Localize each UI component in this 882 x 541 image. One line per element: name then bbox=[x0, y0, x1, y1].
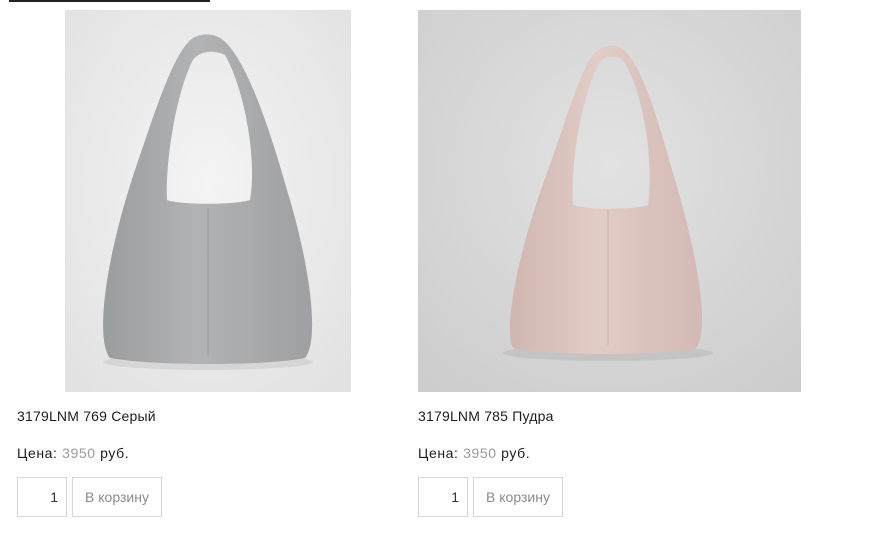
quantity-input[interactable]: 1 bbox=[418, 477, 468, 517]
price-value: 3950 bbox=[62, 445, 96, 461]
product-card: 3179LNM 769 Серый Цена: 3950 руб. 1 В ко… bbox=[17, 10, 377, 517]
product-image[interactable] bbox=[418, 10, 801, 392]
add-to-cart-button[interactable]: В корзину bbox=[72, 477, 162, 517]
quantity-input[interactable]: 1 bbox=[17, 477, 67, 517]
price-label: Цена: bbox=[17, 445, 58, 461]
price-value: 3950 bbox=[463, 445, 497, 461]
price-currency: руб. bbox=[100, 445, 130, 461]
price-row: Цена: 3950 руб. bbox=[418, 445, 530, 461]
header-underline bbox=[9, 0, 210, 2]
price-label: Цена: bbox=[418, 445, 459, 461]
product-card: 3179LNM 785 Пудра Цена: 3950 руб. 1 В ко… bbox=[418, 10, 818, 517]
product-image[interactable] bbox=[65, 10, 351, 392]
product-title[interactable]: 3179LNM 769 Серый bbox=[17, 408, 156, 424]
price-row: Цена: 3950 руб. bbox=[17, 445, 129, 461]
price-currency: руб. bbox=[501, 445, 531, 461]
add-to-cart-button[interactable]: В корзину bbox=[473, 477, 563, 517]
product-title[interactable]: 3179LNM 785 Пудра bbox=[418, 408, 554, 424]
